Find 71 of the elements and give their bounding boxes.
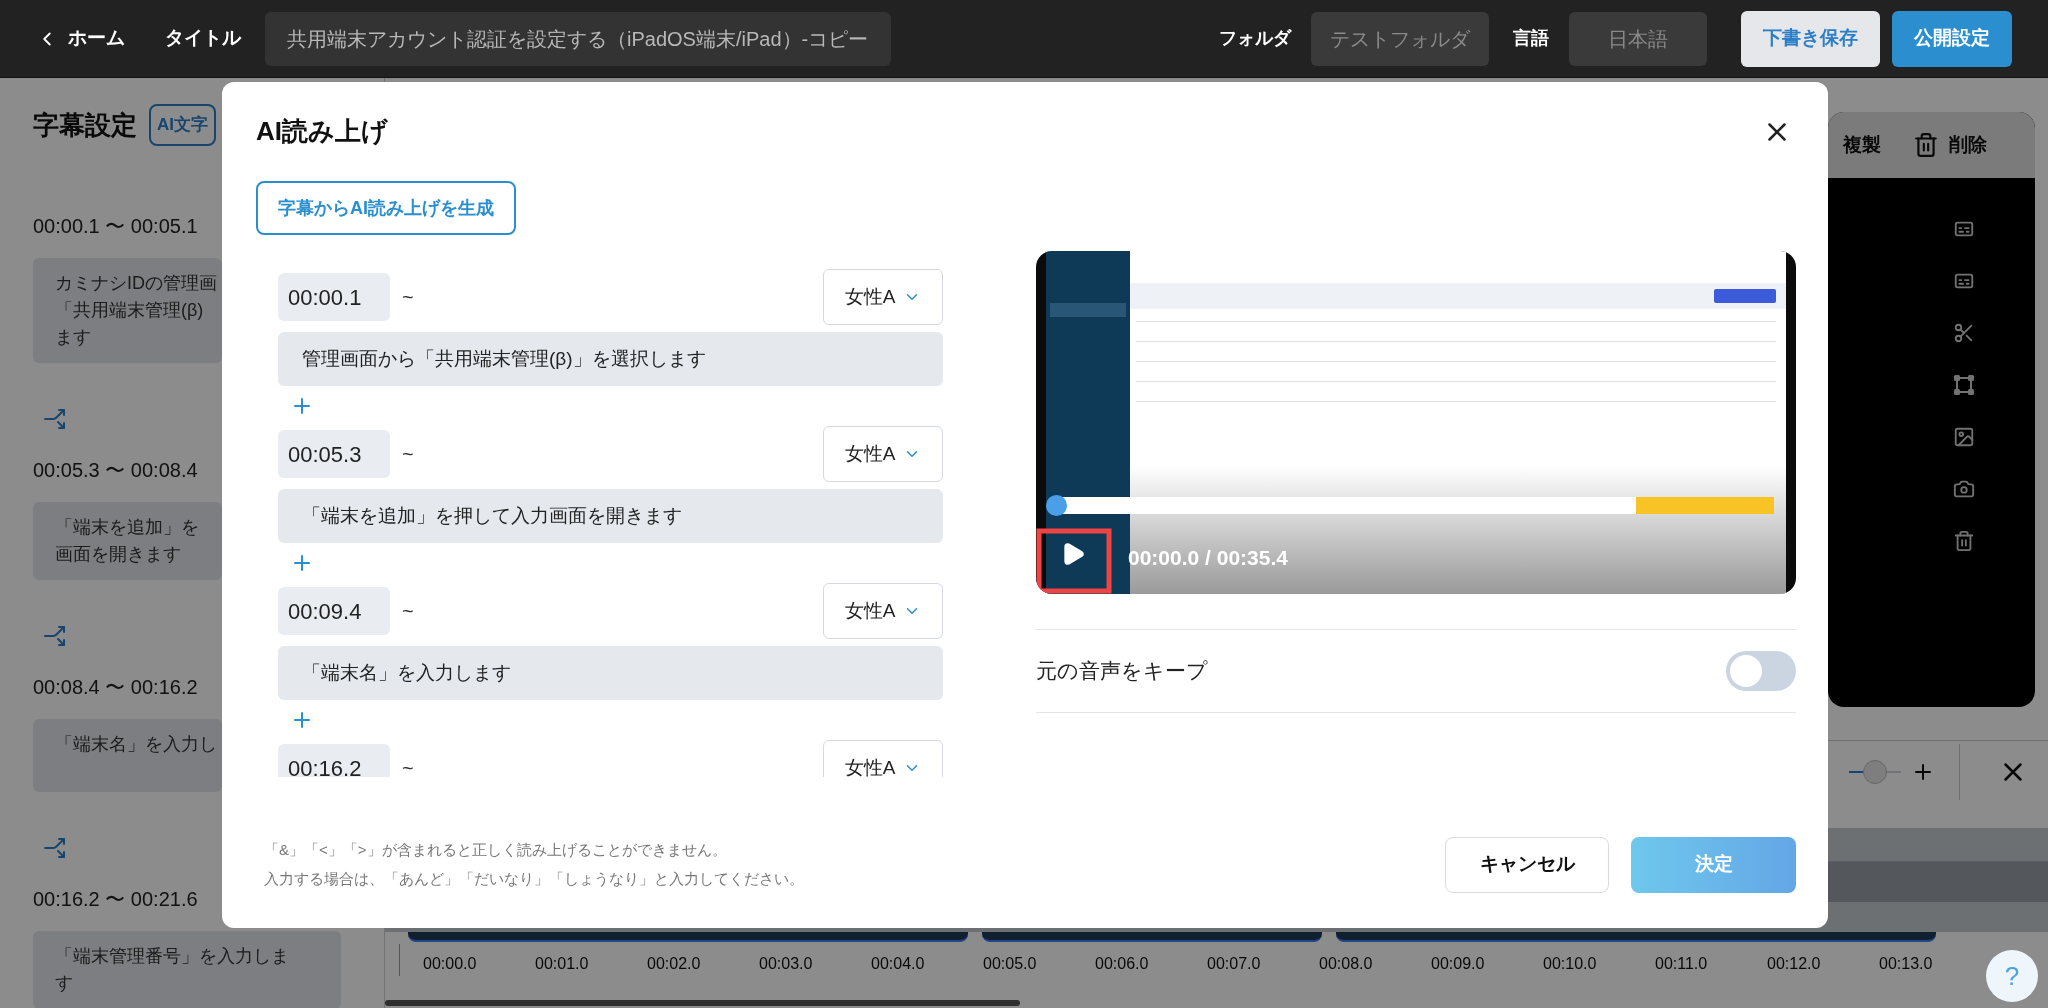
keep-audio-toggle[interactable] [1726, 651, 1796, 691]
keep-audio-label: 元の音声をキープ [1036, 658, 1208, 685]
subtitle-time: 00:05.3 〜 00:08.4 [33, 458, 198, 483]
time-ruler-label: 00:13.0 [1879, 954, 1934, 974]
subtitle-text[interactable]: 「端末名」を入力し [33, 719, 222, 792]
save-draft-button[interactable]: 下書き保存 [1741, 10, 1880, 67]
subtitle-text[interactable]: カミナシIDの管理画 「共用端末管理(β) ます [33, 258, 222, 363]
trash-icon[interactable] [1953, 530, 1975, 552]
folder-label: フォルダ [1219, 27, 1291, 50]
time-ruler-label: 00:01.0 [535, 954, 590, 974]
panel-title: 字幕設定 [33, 108, 137, 142]
time-field[interactable]: 00:16.2 [278, 744, 390, 777]
range-separator: ~ [402, 599, 414, 624]
range-separator: ~ [402, 285, 414, 310]
progress-track[interactable] [1046, 495, 1774, 516]
split-icon[interactable] [43, 836, 67, 860]
subtitle-time: 00:00.1 〜 00:05.1 [33, 214, 198, 239]
note-text: 「&」「<」「>」が含まれると正しく読み上げることができません。 [264, 840, 728, 860]
language-label: 言語 [1513, 27, 1549, 50]
time-ruler-label: 00:03.0 [759, 954, 814, 974]
publish-button[interactable]: 公開設定 [1892, 10, 2012, 67]
scissors-icon[interactable] [1953, 322, 1975, 344]
range-separator: ~ [402, 756, 414, 777]
time-ruler-label: 00:12.0 [1767, 954, 1822, 974]
trash-icon[interactable] [1913, 132, 1939, 158]
subtitle-text[interactable]: 「端末管理番号」を入力しま す [33, 931, 341, 1008]
note-text: 入力する場合は、「あんど」「だいなり」「しょうなり」と入力してください。 [264, 868, 804, 889]
transform-icon[interactable] [1953, 374, 1975, 396]
dialog-title: AI読み上げ [256, 115, 388, 148]
zoom-slider[interactable] [1849, 759, 1901, 784]
scrollbar[interactable] [385, 1000, 1020, 1006]
video-clip[interactable] [408, 932, 968, 942]
time-ruler-label: 00:06.0 [1095, 954, 1150, 974]
time-ruler-label: 00:05.0 [983, 954, 1038, 974]
camera-icon[interactable] [1953, 478, 1975, 500]
split-icon[interactable] [43, 624, 67, 648]
time-ruler-label: 00:10.0 [1543, 954, 1598, 974]
folder-field[interactable]: テストフォルダ [1311, 11, 1489, 66]
time-ruler-label: 00:11.0 [1655, 954, 1709, 974]
language-field[interactable]: 日本語 [1569, 11, 1707, 66]
duplicate-button[interactable]: 複製 [1843, 130, 1881, 160]
narration-text-field[interactable]: 「端末を追加」を押して入力画面を開きます [278, 489, 943, 543]
image-icon[interactable] [1953, 426, 1975, 448]
time-ruler-label: 00:08.0 [1319, 954, 1374, 974]
home-link[interactable]: ホーム [68, 24, 125, 53]
video-clip[interactable] [982, 932, 1322, 942]
split-icon[interactable] [43, 407, 67, 431]
time-ruler-label: 00:04.0 [871, 954, 926, 974]
time-field[interactable]: 00:00.1 [278, 273, 390, 321]
time-field[interactable]: 00:05.3 [278, 430, 390, 478]
title-label: タイトル [165, 26, 241, 51]
time-ruler-label: 00:02.0 [647, 954, 702, 974]
narration-text-field[interactable]: 管理画面から「共用端末管理(β)」を選択します [278, 332, 943, 386]
voice-dropdown[interactable]: 女性A [823, 426, 943, 482]
voice-dropdown[interactable]: 女性A [823, 740, 943, 777]
voice-dropdown[interactable]: 女性A [823, 269, 943, 325]
voice-dropdown[interactable]: 女性A [823, 583, 943, 639]
time-ruler-label: 00:07.0 [1207, 954, 1262, 974]
range-separator: ~ [402, 442, 414, 467]
cancel-button[interactable]: キャンセル [1445, 836, 1609, 893]
delete-button[interactable]: 削除 [1949, 130, 1987, 160]
narration-text-field[interactable]: 「端末名」を入力します [278, 646, 943, 700]
generate-button[interactable]: 字幕からAI読み上げを生成 [256, 181, 516, 235]
subtitle-text[interactable]: 「端末を追加」を 画面を開きます [33, 502, 222, 580]
subtitle-time: 00:16.2 〜 00:21.6 [33, 887, 198, 912]
title-field[interactable]: 共用端末アカウント認証を設定する（iPadOS端末/iPad）-コピー [265, 11, 891, 66]
time-ruler-label: 00:00.0 [423, 954, 478, 974]
time-ruler-label: 00:09.0 [1431, 954, 1486, 974]
video-clip[interactable] [1336, 932, 1936, 942]
time-field[interactable]: 00:09.4 [278, 587, 390, 635]
subtitle-time: 00:08.4 〜 00:16.2 [33, 675, 198, 700]
